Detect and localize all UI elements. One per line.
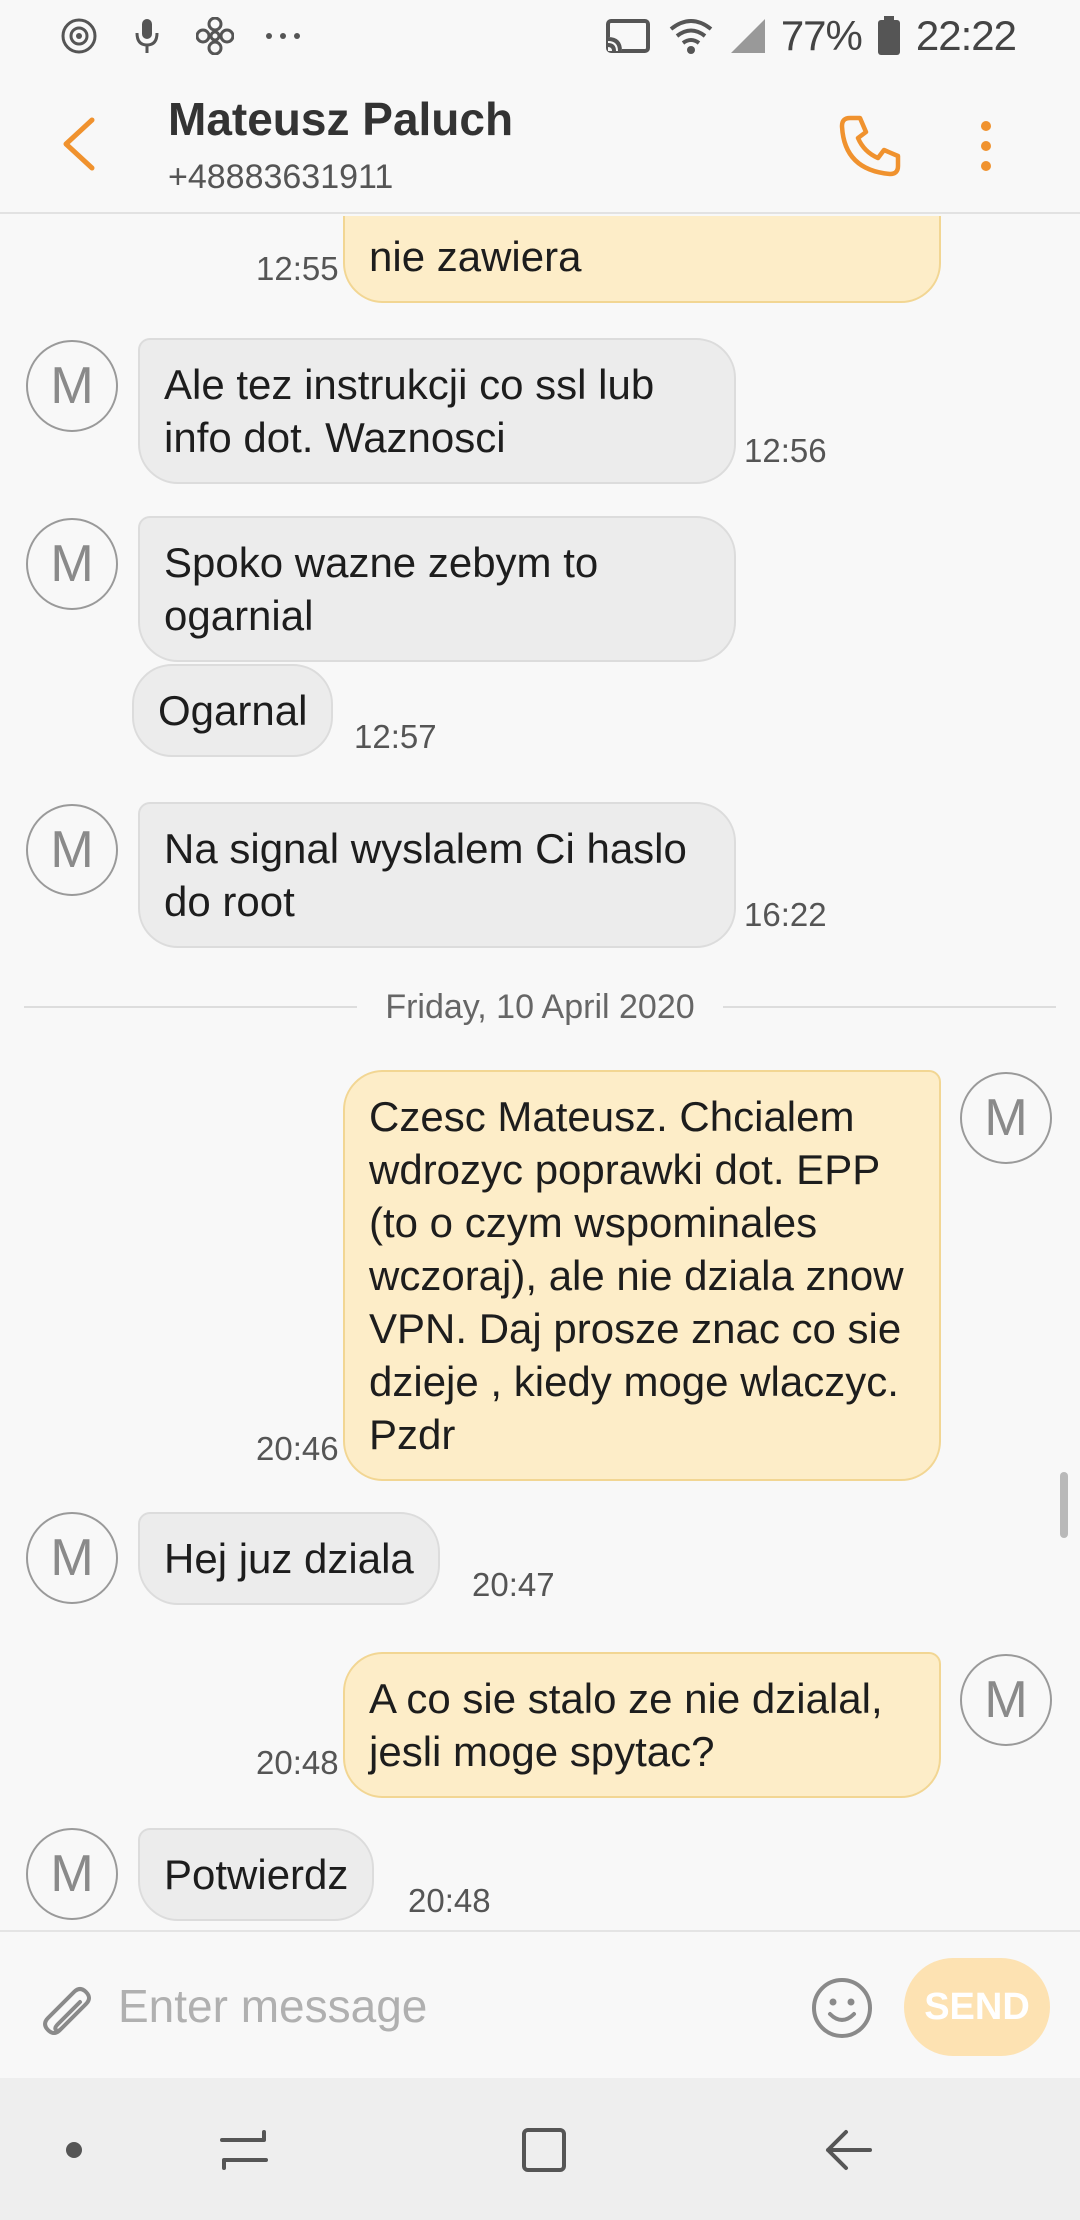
smiley-icon	[812, 1978, 872, 2038]
message-text: Spoko wazne zebym to ogarnial	[164, 539, 599, 639]
battery-icon	[876, 16, 902, 55]
attach-button[interactable]	[36, 1976, 96, 2040]
message-time: 20:48	[408, 1882, 491, 1919]
scrollbar-thumb[interactable]	[1060, 1472, 1068, 1538]
message-bubble-incoming[interactable]: Hej juz dziala	[138, 1512, 440, 1605]
camera-icon	[60, 17, 98, 55]
message-time: 12:57	[354, 718, 437, 755]
message-bubble-outgoing[interactable]: nie zawiera	[343, 216, 941, 303]
contact-avatar[interactable]: M	[26, 1828, 118, 1920]
own-avatar[interactable]: M	[960, 1072, 1052, 1164]
battery-percent: 77%	[780, 12, 863, 59]
message-bubble-outgoing[interactable]: A co sie stalo ze nie dzialal, jesli mog…	[343, 1652, 941, 1798]
home-square-icon[interactable]	[512, 2118, 576, 2182]
contact-name[interactable]: Mateusz Paluch	[168, 92, 513, 146]
message-time: 12:55	[256, 250, 339, 287]
message-text: Czesc Mateusz. Chcialem wdrozyc poprawki…	[369, 1093, 904, 1458]
own-avatar[interactable]: M	[960, 1654, 1052, 1746]
emoji-button[interactable]	[810, 1976, 874, 2040]
message-bubble-incoming[interactable]: Spoko wazne zebym to ogarnial	[138, 516, 736, 662]
home-dot-icon[interactable]	[42, 2118, 106, 2182]
send-button[interactable]: SEND	[904, 1958, 1050, 2056]
clock: 22:22	[915, 12, 1017, 59]
contact-number: +48883631911	[168, 158, 394, 196]
date-separator-label: Friday, 10 April 2020	[357, 988, 723, 1026]
microphone-icon	[128, 17, 166, 55]
message-bubble-incoming[interactable]: Ale tez instrukcji co ssl lub info dot. …	[138, 338, 736, 484]
conversation-header: Mateusz Paluch +48883631911	[0, 72, 1080, 214]
message-list[interactable]: nie zawiera 12:55 M Ale tez instrukcji c…	[0, 216, 1080, 1930]
contact-avatar[interactable]: M	[26, 804, 118, 896]
paperclip-icon	[43, 1987, 91, 2035]
message-time: 20:46	[256, 1430, 339, 1467]
message-text: Na signal wyslalem Ci haslo do root	[164, 825, 687, 925]
system-navigation-bar	[0, 2078, 1080, 2220]
fan-icon	[196, 17, 234, 55]
message-time: 12:56	[744, 432, 827, 469]
message-bubble-incoming[interactable]: Na signal wyslalem Ci haslo do root	[138, 802, 736, 948]
contact-avatar[interactable]: M	[26, 1512, 118, 1604]
message-text: A co sie stalo ze nie dzialal, jesli mog…	[369, 1675, 883, 1775]
more-options-button[interactable]	[968, 112, 1004, 180]
signal-icon	[729, 17, 767, 55]
message-time: 20:48	[256, 1744, 339, 1781]
message-text: Ogarnal	[158, 687, 308, 734]
message-bubble-incoming[interactable]: Ogarnal	[132, 664, 334, 757]
status-left-icons	[60, 0, 302, 72]
message-time: 16:22	[744, 896, 827, 933]
back-button[interactable]	[52, 112, 108, 176]
chevron-left-icon	[63, 117, 95, 171]
recent-apps-icon[interactable]	[212, 2118, 276, 2182]
call-button[interactable]	[836, 112, 904, 180]
message-input[interactable]	[118, 1968, 778, 2044]
message-time: 20:47	[472, 1566, 555, 1603]
message-text: Potwierdz	[164, 1851, 349, 1898]
contact-avatar[interactable]: M	[26, 340, 118, 432]
back-arrow-icon[interactable]	[816, 2118, 880, 2182]
cast-icon	[603, 17, 653, 55]
message-text: nie zawiera	[369, 233, 582, 280]
more-vertical-icon	[981, 121, 991, 171]
date-separator: Friday, 10 April 2020	[24, 982, 1056, 1032]
phone-icon	[839, 115, 901, 177]
message-bubble-outgoing[interactable]: Czesc Mateusz. Chcialem wdrozyc poprawki…	[343, 1070, 941, 1481]
wifi-icon	[667, 17, 715, 55]
message-composer: SEND	[0, 1930, 1080, 2078]
more-dots-icon	[264, 17, 302, 55]
status-right-icons: 77% 22:22	[603, 0, 1017, 72]
message-text: Hej juz dziala	[164, 1535, 414, 1582]
contact-avatar[interactable]: M	[26, 518, 118, 610]
message-bubble-incoming[interactable]: Potwierdz	[138, 1828, 375, 1921]
message-text: Ale tez instrukcji co ssl lub info dot. …	[164, 361, 655, 461]
status-bar: 77% 22:22	[0, 0, 1080, 72]
